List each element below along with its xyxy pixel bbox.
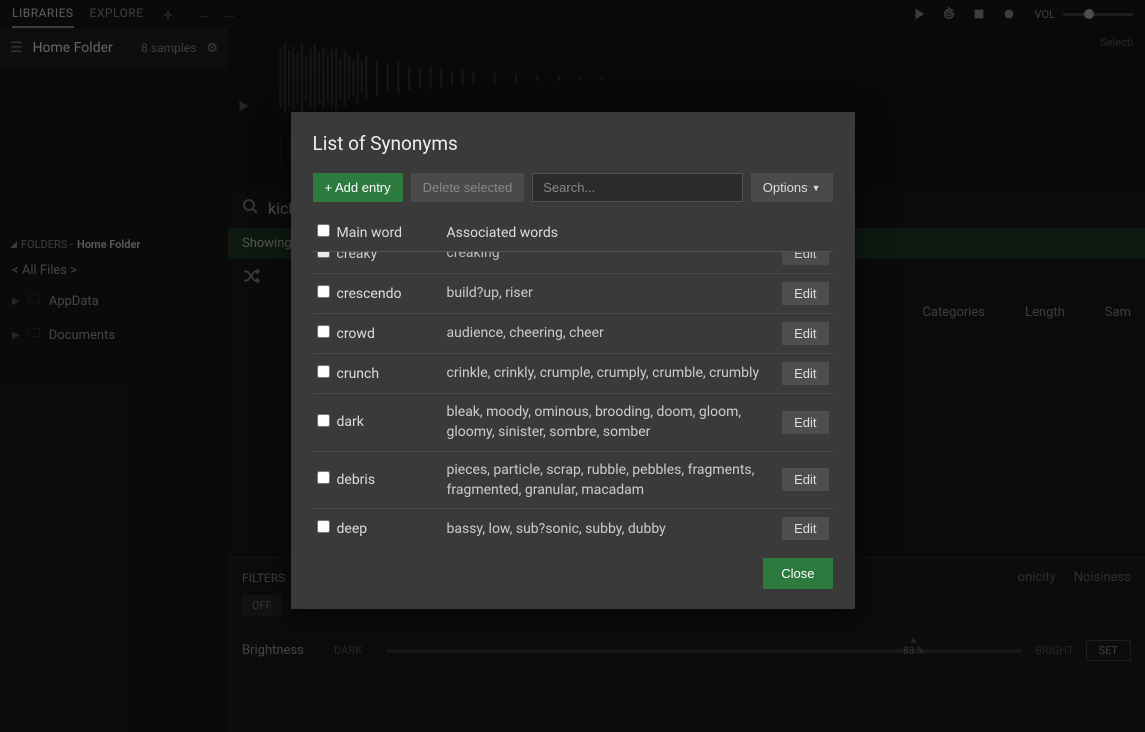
associated-words: build?up, riser	[447, 283, 783, 303]
synonym-row: creakycreakingEdit	[313, 252, 833, 274]
edit-button[interactable]: Edit	[782, 517, 828, 540]
row-checkbox[interactable]	[317, 252, 330, 258]
synonym-row: darkbleak, moody, ominous, brooding, doo…	[313, 394, 833, 452]
associated-words: creaking	[447, 252, 783, 264]
main-word: dark	[337, 414, 447, 430]
edit-button[interactable]: Edit	[782, 322, 828, 345]
row-checkbox[interactable]	[317, 471, 330, 484]
edit-button[interactable]: Edit	[782, 468, 828, 491]
associated-words: crinkle, crinkly, crumple, crumply, crum…	[447, 363, 783, 383]
col-associated-words: Associated words	[447, 225, 829, 241]
associated-words: pieces, particle, scrap, rubble, pebbles…	[447, 460, 783, 501]
associated-words: bassy, low, sub?sonic, subby, dubby	[447, 519, 783, 539]
options-button[interactable]: Options ▼	[751, 173, 833, 202]
synonym-row: crescendobuild?up, riserEdit	[313, 274, 833, 314]
synonym-row: crunchcrinkle, crinkly, crumple, crumply…	[313, 354, 833, 394]
edit-button[interactable]: Edit	[782, 282, 828, 305]
main-word: crunch	[337, 366, 447, 382]
main-word: crescendo	[337, 286, 447, 302]
synonyms-modal: List of Synonyms + Add entry Delete sele…	[291, 112, 855, 609]
main-word: creaky	[337, 252, 447, 262]
main-word: deep	[337, 521, 447, 537]
associated-words: audience, cheering, cheer	[447, 323, 783, 343]
synonym-row: deepbassy, low, sub?sonic, subby, dubbyE…	[313, 509, 833, 542]
edit-button[interactable]: Edit	[782, 411, 828, 434]
row-checkbox[interactable]	[317, 520, 330, 533]
select-all-checkbox[interactable]	[317, 224, 330, 237]
modal-title: List of Synonyms	[313, 132, 833, 155]
row-checkbox[interactable]	[317, 325, 330, 338]
synonym-table-body[interactable]: creakycreakingEditcrescendobuild?up, ris…	[313, 252, 833, 542]
add-entry-button[interactable]: + Add entry	[313, 173, 403, 202]
delete-selected-button[interactable]: Delete selected	[411, 173, 525, 202]
row-checkbox[interactable]	[317, 365, 330, 378]
row-checkbox[interactable]	[317, 414, 330, 427]
modal-overlay: List of Synonyms + Add entry Delete sele…	[0, 0, 1145, 732]
main-word: debris	[337, 472, 447, 488]
main-word: crowd	[337, 326, 447, 342]
synonym-table-header: Main word Associated words	[313, 216, 833, 252]
synonym-row: debrispieces, particle, scrap, rubble, p…	[313, 452, 833, 510]
col-main-word: Main word	[337, 225, 447, 241]
edit-button[interactable]: Edit	[782, 252, 828, 265]
chevron-down-icon: ▼	[812, 183, 821, 193]
synonym-row: crowdaudience, cheering, cheerEdit	[313, 314, 833, 354]
synonym-search-input[interactable]	[532, 173, 743, 202]
associated-words: bleak, moody, ominous, brooding, doom, g…	[447, 402, 783, 443]
edit-button[interactable]: Edit	[782, 362, 828, 385]
close-button[interactable]: Close	[763, 558, 832, 589]
row-checkbox[interactable]	[317, 285, 330, 298]
